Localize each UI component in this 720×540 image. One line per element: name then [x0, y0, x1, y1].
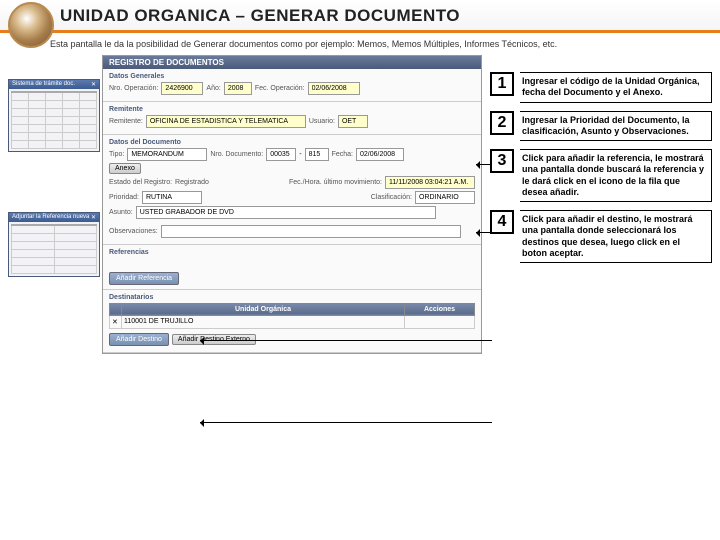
col-unidad-organica: Unidad Orgánica	[122, 303, 405, 315]
input-nro-operacion[interactable]	[161, 82, 203, 95]
section-title: Datos Generales	[109, 73, 475, 80]
close-icon[interactable]: ✕	[91, 214, 96, 221]
label-nro-doc: Nro. Documento:	[210, 151, 263, 158]
input-fecha[interactable]	[356, 148, 404, 161]
input-prioridad[interactable]	[142, 191, 202, 204]
section-referencias: Referencias Añadir Referencia	[103, 245, 481, 290]
delete-row-icon[interactable]: ✕	[110, 315, 122, 328]
callout-text: Ingresar la Prioridad del Documento, la …	[522, 115, 690, 136]
input-fec-op[interactable]	[308, 82, 360, 95]
callouts: 1 Ingresar el código de la Unidad Orgáni…	[490, 72, 712, 271]
section-title: Datos del Documento	[109, 139, 475, 146]
form-panel: REGISTRO DE DOCUMENTOS Datos Generales N…	[102, 55, 482, 354]
input-fec-mov[interactable]	[385, 176, 475, 189]
callout-2: 2 Ingresar la Prioridad del Documento, l…	[490, 111, 712, 142]
section-datos-generales: Datos Generales Nro. Operación: Año: Fec…	[103, 69, 481, 102]
input-asunto[interactable]	[136, 206, 436, 219]
label-usuario: Usuario:	[309, 118, 335, 125]
mini-table-1	[11, 91, 97, 149]
callout-1: 1 Ingresar el código de la Unidad Orgáni…	[490, 72, 712, 103]
input-tipo[interactable]	[127, 148, 207, 161]
callout-text: Ingresar el código de la Unidad Orgánica…	[522, 76, 700, 97]
input-obs[interactable]	[161, 225, 461, 238]
mini-window-2: Adjuntar la Referencia nueva✕	[8, 212, 100, 277]
form-window-title: REGISTRO DE DOCUMENTOS	[103, 56, 481, 69]
page-subtitle: Esta pantalla le da la posibilidad de Ge…	[50, 39, 670, 51]
col-acciones: Acciones	[405, 303, 475, 315]
callout-number: 1	[490, 72, 514, 96]
callout-3: 3 Click para añadir la referencia, le mo…	[490, 149, 712, 202]
table-row[interactable]: ✕ 110001 DE TRUJILLO	[110, 315, 475, 328]
callout-text: Click para añadir la referencia, le most…	[522, 153, 704, 197]
label-ano: Año:	[206, 85, 220, 92]
label-prioridad: Prioridad:	[109, 194, 139, 201]
mini-win1-title: Sistema de trámite doc.	[12, 81, 75, 88]
section-title: Destinatarios	[109, 294, 475, 301]
section-datos-documento: Datos del Documento Tipo: Nro. Documento…	[103, 135, 481, 245]
section-remitente: Remitente Remitente: Usuario:	[103, 102, 481, 135]
label-asunto: Asunto:	[109, 209, 133, 216]
arrow-2	[476, 232, 492, 233]
arrow-4	[200, 422, 492, 423]
mini-win2-title: Adjuntar la Referencia nueva	[12, 214, 89, 221]
label-nro-operacion: Nro. Operación:	[109, 85, 158, 92]
input-clasif[interactable]	[415, 191, 475, 204]
side-panel: Sistema de trámite doc. ✕ Adjuntar la Ref…	[8, 79, 100, 283]
callout-number: 4	[490, 210, 514, 234]
label-clasif: Clasificación:	[371, 194, 412, 201]
callout-number: 3	[490, 149, 514, 173]
label-remitente: Remitente:	[109, 118, 143, 125]
label-obs: Observaciones:	[109, 228, 158, 235]
page-title: UNIDAD ORGANICA – GENERAR DOCUMENTO	[60, 6, 710, 26]
page-header: UNIDAD ORGANICA – GENERAR DOCUMENTO	[0, 0, 720, 33]
close-icon[interactable]: ✕	[91, 81, 96, 88]
arrow-1	[476, 164, 492, 165]
section-title: Remitente	[109, 106, 475, 113]
input-nro-doc-2[interactable]	[305, 148, 329, 161]
mini-window-1: Sistema de trámite doc. ✕	[8, 79, 100, 152]
input-usuario[interactable]	[338, 115, 368, 128]
mini-table-2	[11, 224, 97, 274]
logo	[8, 2, 54, 48]
section-title: Referencias	[109, 249, 475, 256]
callout-text: Click para añadir el destino, le mostrar…	[522, 214, 693, 258]
destinatarios-table: Unidad Orgánica Acciones ✕ 110001 DE TRU…	[109, 303, 475, 329]
label-fec-mov: Fec./Hora. último movimiento:	[289, 179, 382, 186]
label-fecha: Fecha:	[332, 151, 353, 158]
label-tipo: Tipo:	[109, 151, 124, 158]
callout-4: 4 Click para añadir el destino, le mostr…	[490, 210, 712, 263]
input-remitente[interactable]	[146, 115, 306, 128]
value-estado: Registrado	[175, 179, 209, 186]
section-destinatarios: Destinatarios Unidad Orgánica Acciones ✕…	[103, 290, 481, 353]
add-reference-button[interactable]: Añadir Referencia	[109, 272, 179, 285]
add-destino-button[interactable]: Añadir Destino	[109, 333, 169, 346]
input-ano[interactable]	[224, 82, 252, 95]
dest-value: 110001 DE TRUJILLO	[122, 315, 405, 328]
callout-number: 2	[490, 111, 514, 135]
label-fec-op: Fec. Operación:	[255, 85, 305, 92]
input-nro-doc-1[interactable]	[266, 148, 296, 161]
anexo-button[interactable]: Anexo	[109, 163, 141, 174]
arrow-3	[200, 340, 492, 341]
label-estado: Estado del Registro:	[109, 179, 172, 186]
